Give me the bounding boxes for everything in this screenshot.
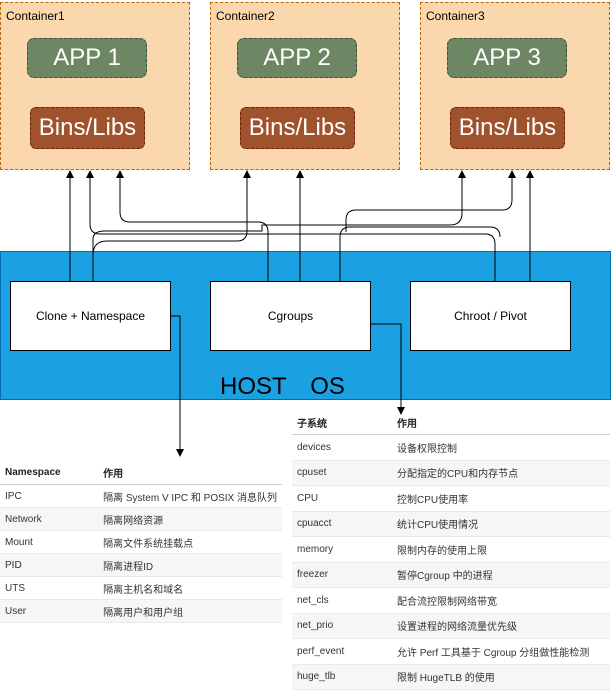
cg-desc-cell: 设置进程的网络流量优先级 [392,613,610,639]
wire-cg-c1 [116,170,269,281]
arrow-to-namespace-table [171,315,184,457]
cg-header-subsystem: 子系统 [292,410,392,435]
cg-name-cell: net_cls [292,587,392,614]
cg-name-cell: devices [292,434,392,461]
cg-name-cell: freezer [292,562,392,588]
ns-desc-cell: 隔离 System V IPC 和 POSIX 消息队列 [98,484,282,508]
cg-desc-cell: 限制内存的使用上限 [392,536,610,563]
cg-name-cell: CPU [292,485,392,512]
arrow-to-cgroup-table [371,323,405,415]
cg-desc-cell: 配合流控限制网络带宽 [392,587,610,614]
namespace-table: Namespace 作用 IPC 隔离 System V IPC 和 POSIX … [0,460,282,623]
cg-name-cell: cpuset [292,460,392,486]
ns-desc-cell: 隔离用户和用户组 [98,599,282,623]
wire-cg-c3-up [345,170,516,232]
cg-desc-cell: 设备权限控制 [392,434,610,461]
cg-desc-cell: 允许 Perf 工具基于 Cgroup 分组做性能检测 [392,638,610,665]
ns-desc-cell: 隔离主机名和域名 [98,576,282,600]
ns-name-cell: UTS [0,576,99,600]
cg-name-cell: memory [292,536,392,563]
ns-name-cell: Mount [0,530,99,554]
table-row: devices 设备权限控制 [292,434,610,461]
wire-top-c3 [337,174,347,213]
ns-name-cell: IPC [0,484,99,508]
table-row: cpuset 分配指定的CPU和内存节点 [292,460,610,486]
cg-desc-cell: 分配指定的CPU和内存节点 [392,460,610,486]
cg-name-cell: huge_tlb [292,664,392,690]
table-row: huge_tlb 限制 HugeTLB 的使用 [292,664,610,690]
wire-cg-c3-main [339,226,501,281]
ns-header-purpose: 作用 [98,460,282,485]
table-row: IPC 隔离 System V IPC 和 POSIX 消息队列 [0,484,282,508]
ns-name-cell: Network [0,507,99,531]
cg-name-cell: net_prio [292,613,392,639]
wire-ch-c1 [480,228,490,281]
table-row: CPU 控制CPU使用率 [292,485,610,512]
table-row: Mount 隔离文件系统挂载点 [0,530,282,554]
wire-ns-c2 [92,170,251,281]
table-row: net_cls 配合流控限制网络带宽 [292,587,610,614]
ns-name-cell: PID [0,553,99,577]
table-row: cpuacct 统计CPU使用情况 [292,511,610,537]
ns-desc-cell: 隔离进程ID [98,553,282,577]
cgroup-table: 子系统 作用 devices 设备权限控制 cpuset 分配指定的CPU和内存节点… [292,410,610,690]
cg-desc-cell: 统计CPU使用情况 [392,511,610,537]
table-row: UTS 隔离主机名和域名 [0,576,282,600]
table-row: memory 限制内存的使用上限 [292,536,610,563]
ns-header-namespace: Namespace [0,460,99,485]
table-row: User 隔离用户和用户组 [0,599,282,623]
ns-name-cell: User [0,599,99,623]
cg-desc-cell: 限制 HugeTLB 的使用 [392,664,610,690]
cg-name-cell: cpuacct [292,511,392,537]
cg-header-purpose: 作用 [392,410,610,435]
table-row: Network 隔离网络资源 [0,507,282,531]
table-row: net_prio 设置进程的网络流量优先级 [292,613,610,639]
cg-desc-cell: 控制CPU使用率 [392,485,610,512]
cg-desc-cell: 暂停Cgroup 中的进程 [392,562,610,588]
table-row: freezer 暂停Cgroup 中的进程 [292,562,610,588]
table-row: perf_event 允许 Perf 工具基于 Cgroup 分组做性能检测 [292,638,610,665]
ns-desc-cell: 隔离文件系统挂载点 [98,530,282,554]
cg-name-cell: perf_event [292,638,392,665]
table-row: PID 隔离进程ID [0,553,282,577]
ns-desc-cell: 隔离网络资源 [98,507,282,531]
